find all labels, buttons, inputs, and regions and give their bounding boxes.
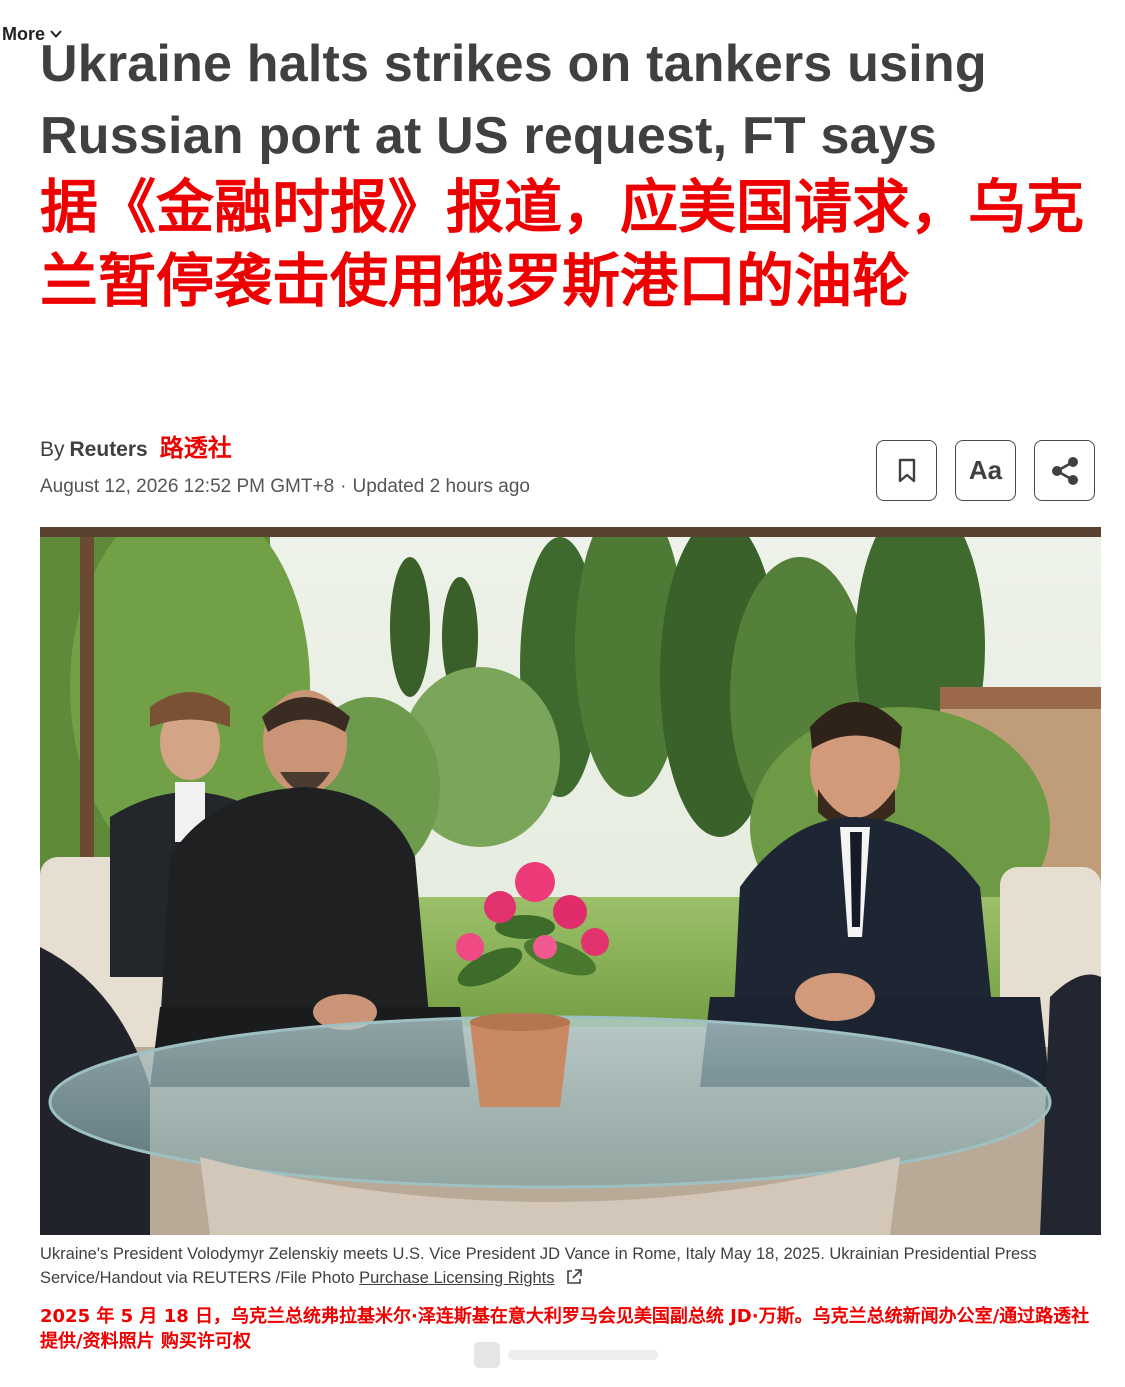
watermark-logo: [474, 1342, 658, 1368]
more-menu-label: More: [2, 23, 46, 44]
text-size-label: Aa: [968, 455, 1003, 485]
headline-chinese: 据《金融时报》报道，应美国请求，乌克兰暂停袭击使用俄罗斯港口的油轮: [40, 173, 1085, 315]
dateline-separator: ·: [340, 476, 347, 497]
purchase-licensing-link[interactable]: Purchase Licensing Rights: [359, 1269, 554, 1287]
published-date: August 12, 2026 12:52 PM GMT+8: [40, 476, 335, 497]
share-button[interactable]: [1034, 440, 1095, 501]
photo-caption-english: Ukraine's President Volodymyr Zelenskiy …: [40, 1242, 1100, 1290]
text-size-button[interactable]: Aa: [955, 440, 1016, 501]
share-icon: [1051, 456, 1078, 485]
meeting-photo-illustration: [40, 527, 1101, 1235]
headline-english: Ukraine halts strikes on tankers using R…: [40, 35, 987, 165]
article-photo[interactable]: [40, 527, 1101, 1235]
bookmark-button[interactable]: [876, 440, 937, 501]
article-toolbar: Aa: [876, 440, 1095, 501]
author-link[interactable]: Reuters: [70, 438, 148, 462]
author-chinese: 路透社: [159, 435, 232, 462]
byline-prefix: By: [40, 438, 65, 461]
external-link-icon[interactable]: [565, 1268, 583, 1286]
bookmark-icon: [898, 458, 915, 482]
byline: By Reuters 路透社: [40, 428, 232, 463]
updated-time: Updated 2 hours ago: [352, 476, 530, 497]
dateline: August 12, 2026 12:52 PM GMT+8 · Updated…: [40, 476, 530, 498]
